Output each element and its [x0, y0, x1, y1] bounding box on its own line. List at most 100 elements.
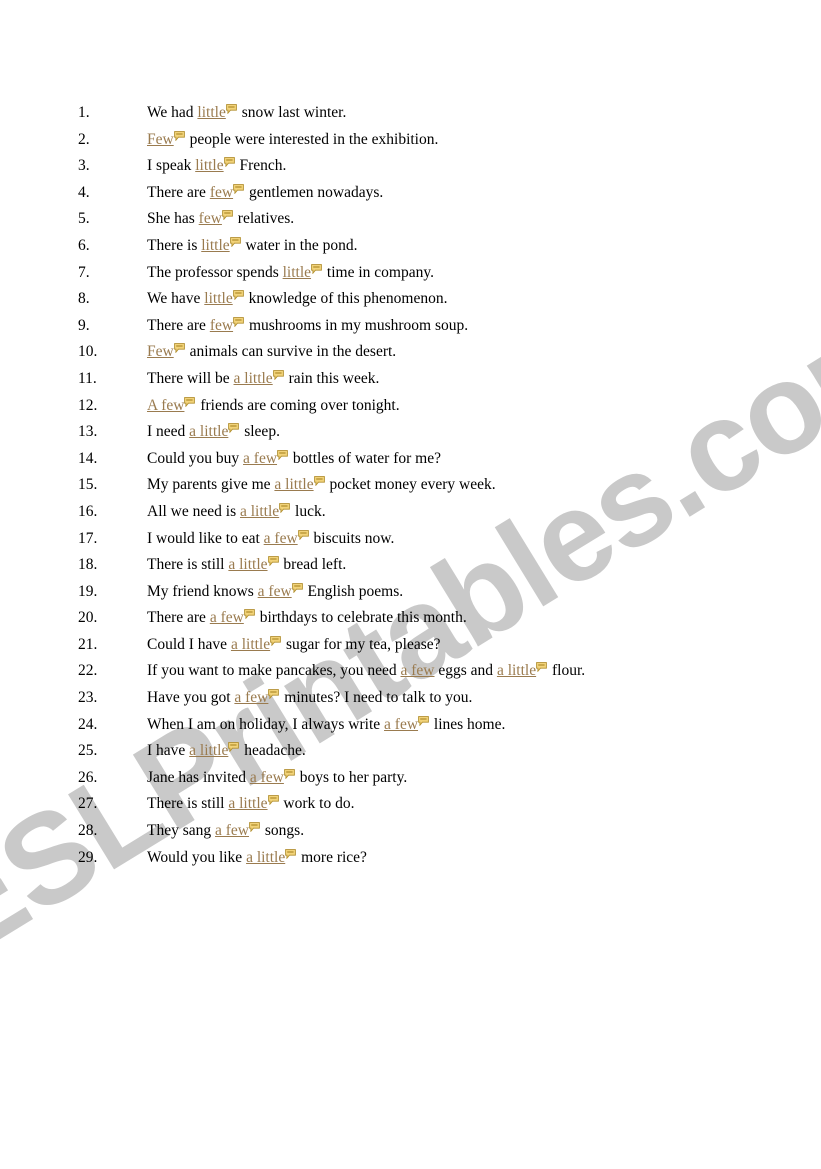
highlighted-answer[interactable]: a few	[243, 450, 277, 467]
highlighted-answer[interactable]: a few	[234, 689, 268, 706]
highlighted-answer[interactable]: a few	[264, 530, 298, 547]
comment-bubble-icon[interactable]	[232, 290, 244, 301]
highlighted-answer[interactable]: a few	[210, 609, 244, 626]
comment-bubble-icon[interactable]	[173, 130, 185, 141]
comment-bubble-icon[interactable]	[225, 104, 237, 114]
comment-bubble-icon[interactable]	[228, 742, 240, 753]
comment-bubble-icon[interactable]	[270, 636, 281, 646]
highlighted-answer[interactable]: a few	[401, 662, 435, 679]
comment-bubble-icon[interactable]	[173, 343, 185, 354]
highlighted-answer[interactable]: a little	[497, 662, 536, 679]
highlighted-answer[interactable]: a little	[189, 423, 228, 440]
comment-bubble-icon[interactable]	[222, 210, 233, 221]
sentence-number: 7.	[78, 263, 90, 281]
highlighted-answer[interactable]: Few	[147, 343, 174, 360]
highlighted-answer[interactable]: a few	[258, 583, 292, 600]
comment-bubble-icon[interactable]	[268, 689, 280, 700]
sentence-number: 26.	[78, 768, 98, 786]
highlighted-answer[interactable]: little	[195, 157, 223, 174]
highlighted-answer[interactable]: a few	[215, 822, 249, 839]
plain-text: knowledge of this phenomenon.	[244, 290, 448, 308]
comment-bubble-icon[interactable]	[184, 396, 196, 407]
comment-bubble-icon[interactable]	[267, 795, 279, 806]
sentence-number: 24.	[78, 715, 98, 733]
sentence-text: Have you got a few minutes? I need to ta…	[147, 685, 472, 712]
sentence-row: 23. Have you got a few minutes? I need t…	[0, 685, 821, 712]
highlighted-answer[interactable]: few	[210, 184, 233, 201]
sentence-number: 27.	[78, 795, 98, 813]
highlighted-answer[interactable]: A few	[147, 397, 184, 414]
comment-bubble-icon[interactable]	[267, 556, 279, 567]
comment-bubble-icon[interactable]	[233, 316, 244, 327]
sentence-row: 26. Jane has invited a few boys to her pa…	[0, 765, 821, 792]
sentence-text: When I am on holiday, I always write a f…	[147, 712, 505, 739]
plain-text: When I am on holiday, I always write	[147, 715, 385, 733]
plain-text: There will be	[147, 369, 234, 387]
sentence-row: 10. Few animals can survive in the desert…	[0, 339, 821, 366]
sentence-text: Jane has invited a few boys to her party…	[147, 765, 407, 792]
plain-text: Could I have	[147, 635, 231, 653]
comment-bubble-icon[interactable]	[229, 237, 241, 247]
comment-bubble-icon[interactable]	[285, 848, 297, 859]
highlighted-answer[interactable]: a few	[250, 769, 284, 786]
highlighted-answer[interactable]: a little	[231, 636, 270, 653]
comment-bubble-icon[interactable]	[284, 768, 295, 779]
sentence-text: Could you buy a few bottles of water for…	[147, 446, 441, 473]
sentence-number: 29.	[78, 848, 98, 866]
plain-text: animals can survive in the desert.	[185, 343, 397, 361]
plain-text: flour.	[548, 662, 586, 680]
sentence-row: 17. I would like to eat a few biscuits no…	[0, 526, 821, 553]
sentence-text: They sang a few songs.	[147, 818, 304, 845]
highlighted-answer[interactable]: a few	[384, 716, 418, 733]
comment-bubble-icon[interactable]	[243, 609, 255, 620]
sentence-row: 24. When I am on holiday, I always write …	[0, 712, 821, 739]
plain-text: biscuits now.	[309, 529, 395, 547]
comment-bubble-icon[interactable]	[228, 423, 240, 434]
sentence-number: 5.	[78, 210, 90, 228]
sentence-row: 9. There are few mushrooms in my mushroom…	[0, 313, 821, 340]
sentence-number: 22.	[78, 662, 98, 680]
highlighted-answer[interactable]: a little	[228, 795, 267, 812]
comment-bubble-icon[interactable]	[233, 183, 244, 194]
plain-text: minutes? I need to talk to you.	[280, 689, 473, 707]
comment-bubble-icon[interactable]	[279, 503, 291, 513]
highlighted-answer[interactable]: little	[197, 104, 225, 121]
comment-bubble-icon[interactable]	[536, 662, 547, 673]
comment-bubble-icon[interactable]	[272, 370, 284, 380]
highlighted-answer[interactable]: few	[199, 210, 222, 227]
sentence-row: 25. I have a little headache.	[0, 738, 821, 765]
sentence-number: 16.	[78, 502, 98, 520]
plain-text: luck.	[291, 502, 326, 520]
sentence-row: 14. Could you buy a few bottles of water …	[0, 446, 821, 473]
comment-bubble-icon[interactable]	[291, 582, 303, 593]
highlighted-answer[interactable]: a little	[189, 742, 228, 759]
sentence-number: 9.	[78, 316, 90, 334]
plain-text: There are	[147, 183, 210, 201]
highlighted-answer[interactable]: a little	[234, 370, 273, 387]
sentence-text: There are few mushrooms in my mushroom s…	[147, 313, 468, 340]
highlighted-answer[interactable]: a little	[228, 556, 267, 573]
sentence-row: 4. There are few gentlemen nowadays.	[0, 180, 821, 207]
sentence-number: 21.	[78, 635, 98, 653]
comment-bubble-icon[interactable]	[418, 715, 429, 726]
highlighted-answer[interactable]: a little	[274, 476, 313, 493]
sentence-row: 22. If you want to make pancakes, you nee…	[0, 658, 821, 685]
comment-bubble-icon[interactable]	[297, 529, 309, 540]
comment-bubble-icon[interactable]	[313, 476, 325, 487]
comment-bubble-icon[interactable]	[249, 822, 260, 833]
highlighted-answer[interactable]: little	[283, 264, 311, 281]
sentence-row: 29. Would you like a little more rice?	[0, 845, 821, 872]
sentence-text: We have little knowledge of this phenome…	[147, 286, 447, 313]
highlighted-answer[interactable]: little	[204, 290, 232, 307]
comment-bubble-icon[interactable]	[223, 157, 235, 168]
plain-text: Have you got	[147, 689, 235, 707]
sentence-text: I need a little sleep.	[147, 419, 280, 446]
highlighted-answer[interactable]: few	[210, 317, 233, 334]
comment-bubble-icon[interactable]	[277, 449, 288, 460]
highlighted-answer[interactable]: little	[201, 237, 229, 254]
highlighted-answer[interactable]: Few	[147, 131, 174, 148]
sentence-row: 16. All we need is a little luck.	[0, 499, 821, 526]
highlighted-answer[interactable]: a little	[246, 849, 285, 866]
highlighted-answer[interactable]: a little	[240, 503, 279, 520]
comment-bubble-icon[interactable]	[311, 263, 322, 274]
